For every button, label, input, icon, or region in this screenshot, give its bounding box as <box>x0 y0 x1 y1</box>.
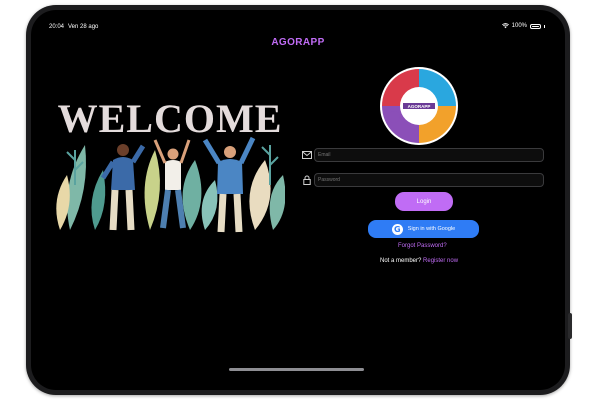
app-title: AGORAPP <box>271 37 325 48</box>
login-button[interactable]: Login <box>395 192 453 211</box>
battery-icon <box>530 23 541 29</box>
status-bar: 20:04 Ven 28 ago 100% <box>31 10 565 30</box>
email-row <box>302 148 546 162</box>
lock-icon <box>301 174 313 186</box>
welcome-text: WELCOME <box>58 96 283 141</box>
mail-icon <box>301 149 313 161</box>
register-row: Not a member? Register now <box>380 258 458 264</box>
side-button <box>568 313 572 339</box>
app-logo: AGORAPP <box>380 67 458 145</box>
forgot-password-link[interactable]: Forgot Password? <box>398 243 447 249</box>
app-screen: 20:04 Ven 28 ago 100% AGORAPP WELCOME AG… <box>31 10 565 390</box>
register-prompt: Not a member? <box>380 258 422 264</box>
google-icon: G <box>391 223 403 235</box>
password-row <box>303 173 546 187</box>
status-date: Ven 28 ago <box>68 24 99 30</box>
status-time: 20:04 <box>49 24 65 30</box>
status-right: 100% <box>501 23 545 29</box>
email-field[interactable] <box>314 148 544 162</box>
logo-text: AGORAPP <box>408 104 431 109</box>
welcome-illustration: WELCOME <box>56 96 285 233</box>
login-button-label: Login <box>416 198 432 205</box>
battery-tip <box>544 24 545 28</box>
google-signin-button[interactable]: G Sign in with Google <box>368 220 479 238</box>
password-field[interactable] <box>314 173 544 187</box>
register-link[interactable]: Register now <box>423 258 458 264</box>
wifi-icon <box>501 23 509 29</box>
google-signin-label: Sign in with Google <box>407 226 456 232</box>
battery-percent: 100% <box>511 23 527 29</box>
home-indicator[interactable] <box>229 368 364 371</box>
